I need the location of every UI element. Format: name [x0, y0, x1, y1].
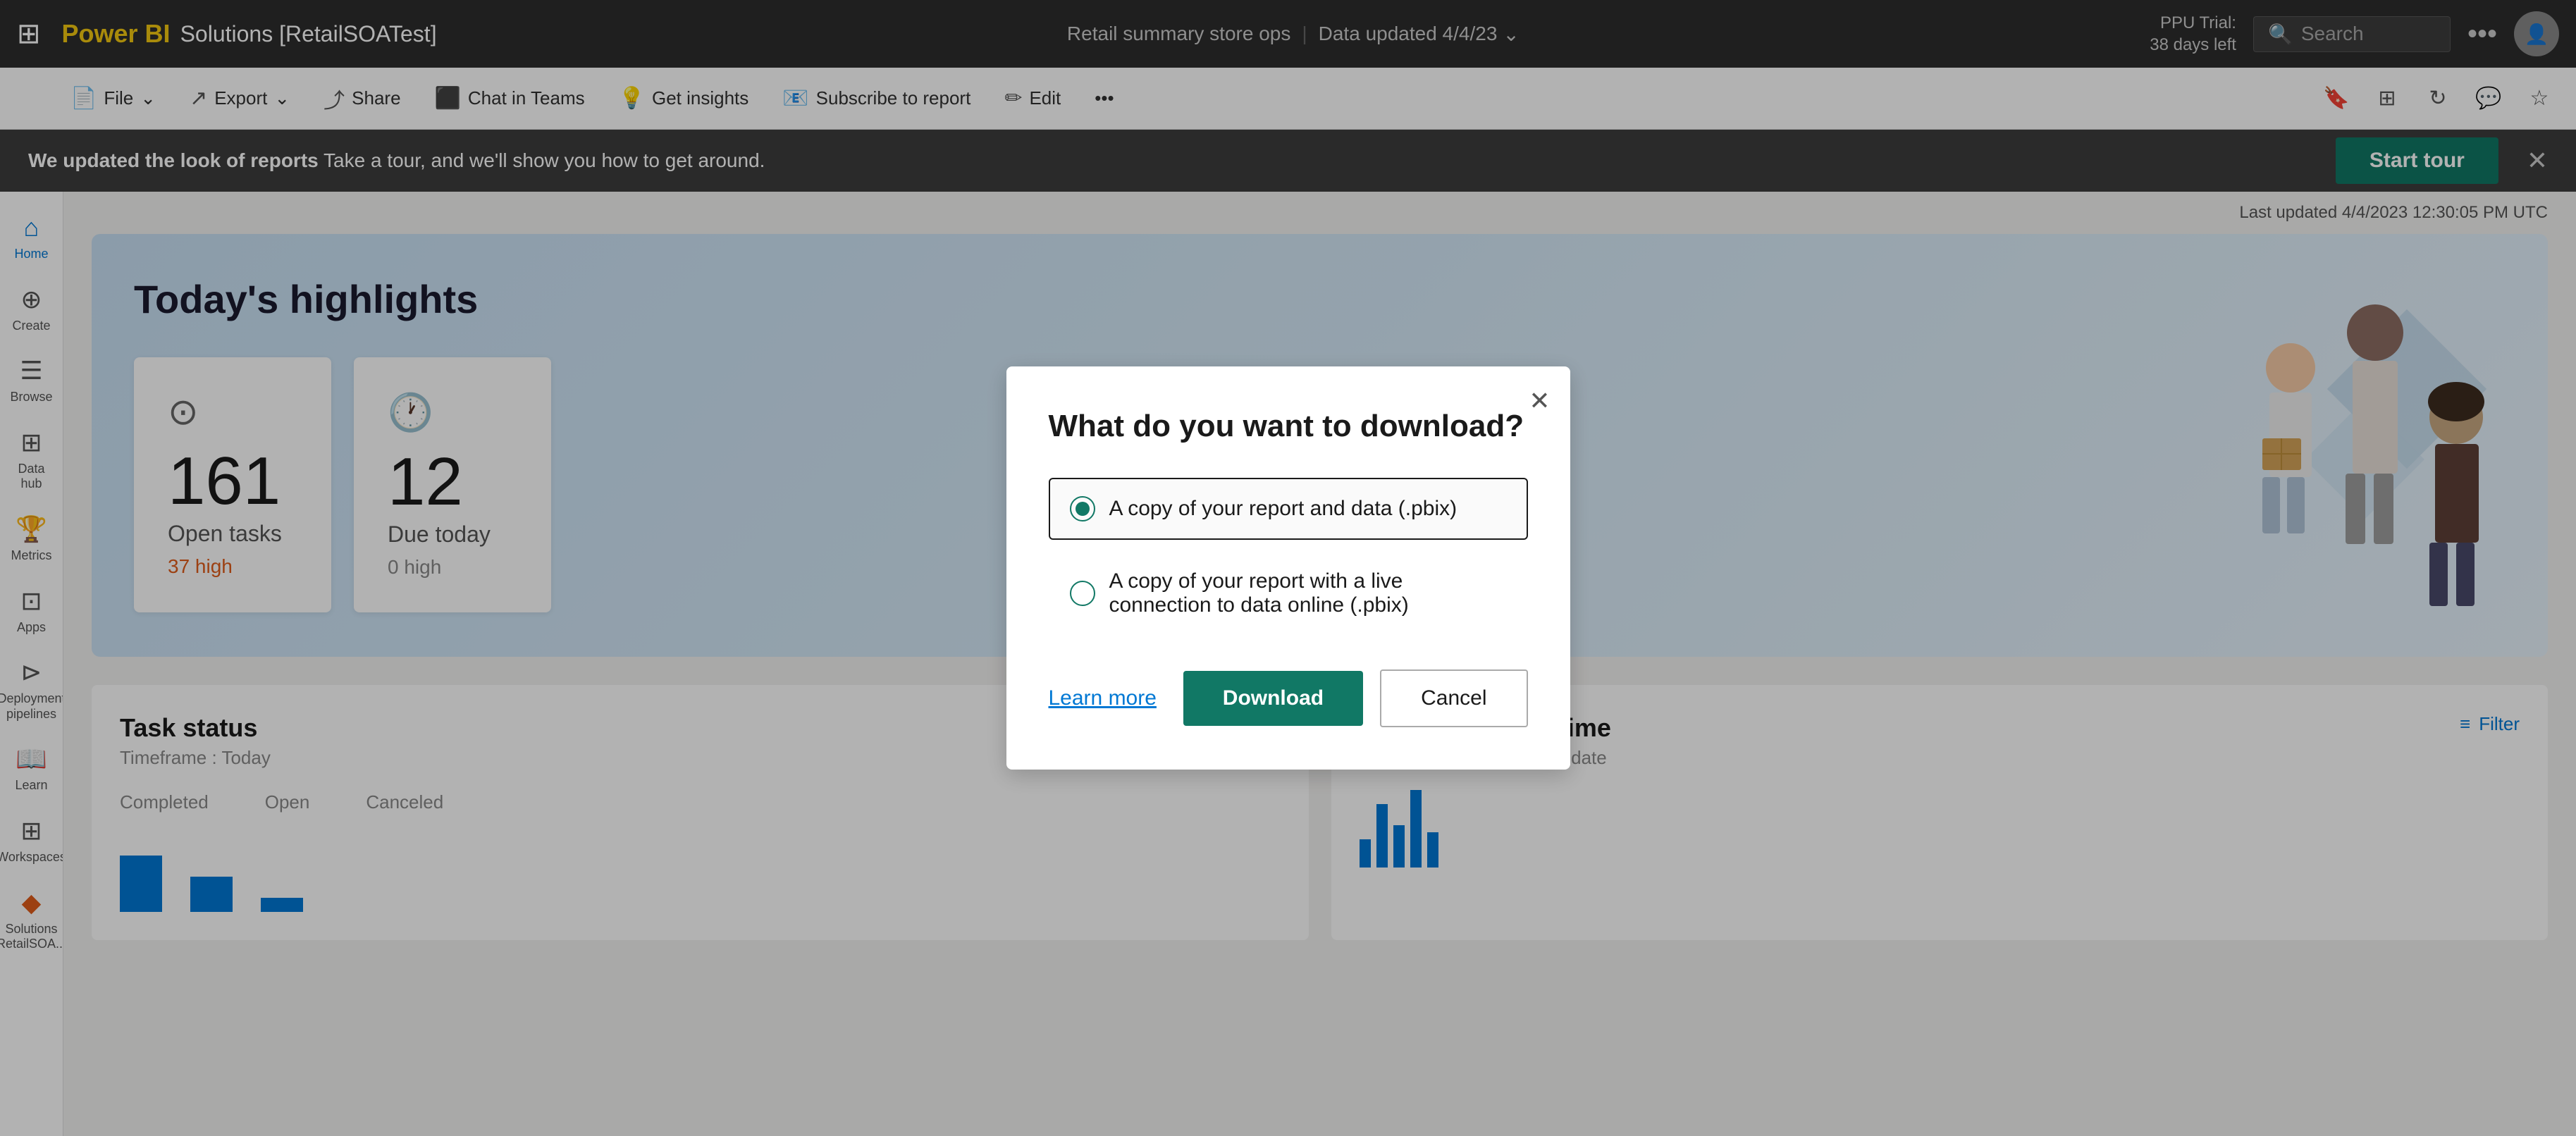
cancel-button[interactable]: Cancel	[1380, 669, 1527, 727]
option1-label: A copy of your report and data (.pbix)	[1109, 497, 1458, 521]
radio-option1-indicator	[1070, 496, 1095, 521]
modal-close-button[interactable]: ✕	[1529, 386, 1550, 416]
option2-label: A copy of your report with a live connec…	[1109, 569, 1507, 617]
radio-option2-indicator	[1070, 581, 1095, 606]
learn-more-link[interactable]: Learn more	[1049, 686, 1166, 710]
download-option-1[interactable]: A copy of your report and data (.pbix)	[1049, 478, 1528, 540]
modal-title: What do you want to download?	[1049, 409, 1528, 444]
modal-overlay[interactable]: What do you want to download? ✕ A copy o…	[0, 0, 2576, 1136]
download-option-2[interactable]: A copy of your report with a live connec…	[1049, 551, 1528, 636]
download-button[interactable]: Download	[1183, 671, 1363, 726]
modal-footer: Learn more Download Cancel	[1049, 669, 1528, 727]
download-modal: What do you want to download? ✕ A copy o…	[1006, 366, 1570, 770]
